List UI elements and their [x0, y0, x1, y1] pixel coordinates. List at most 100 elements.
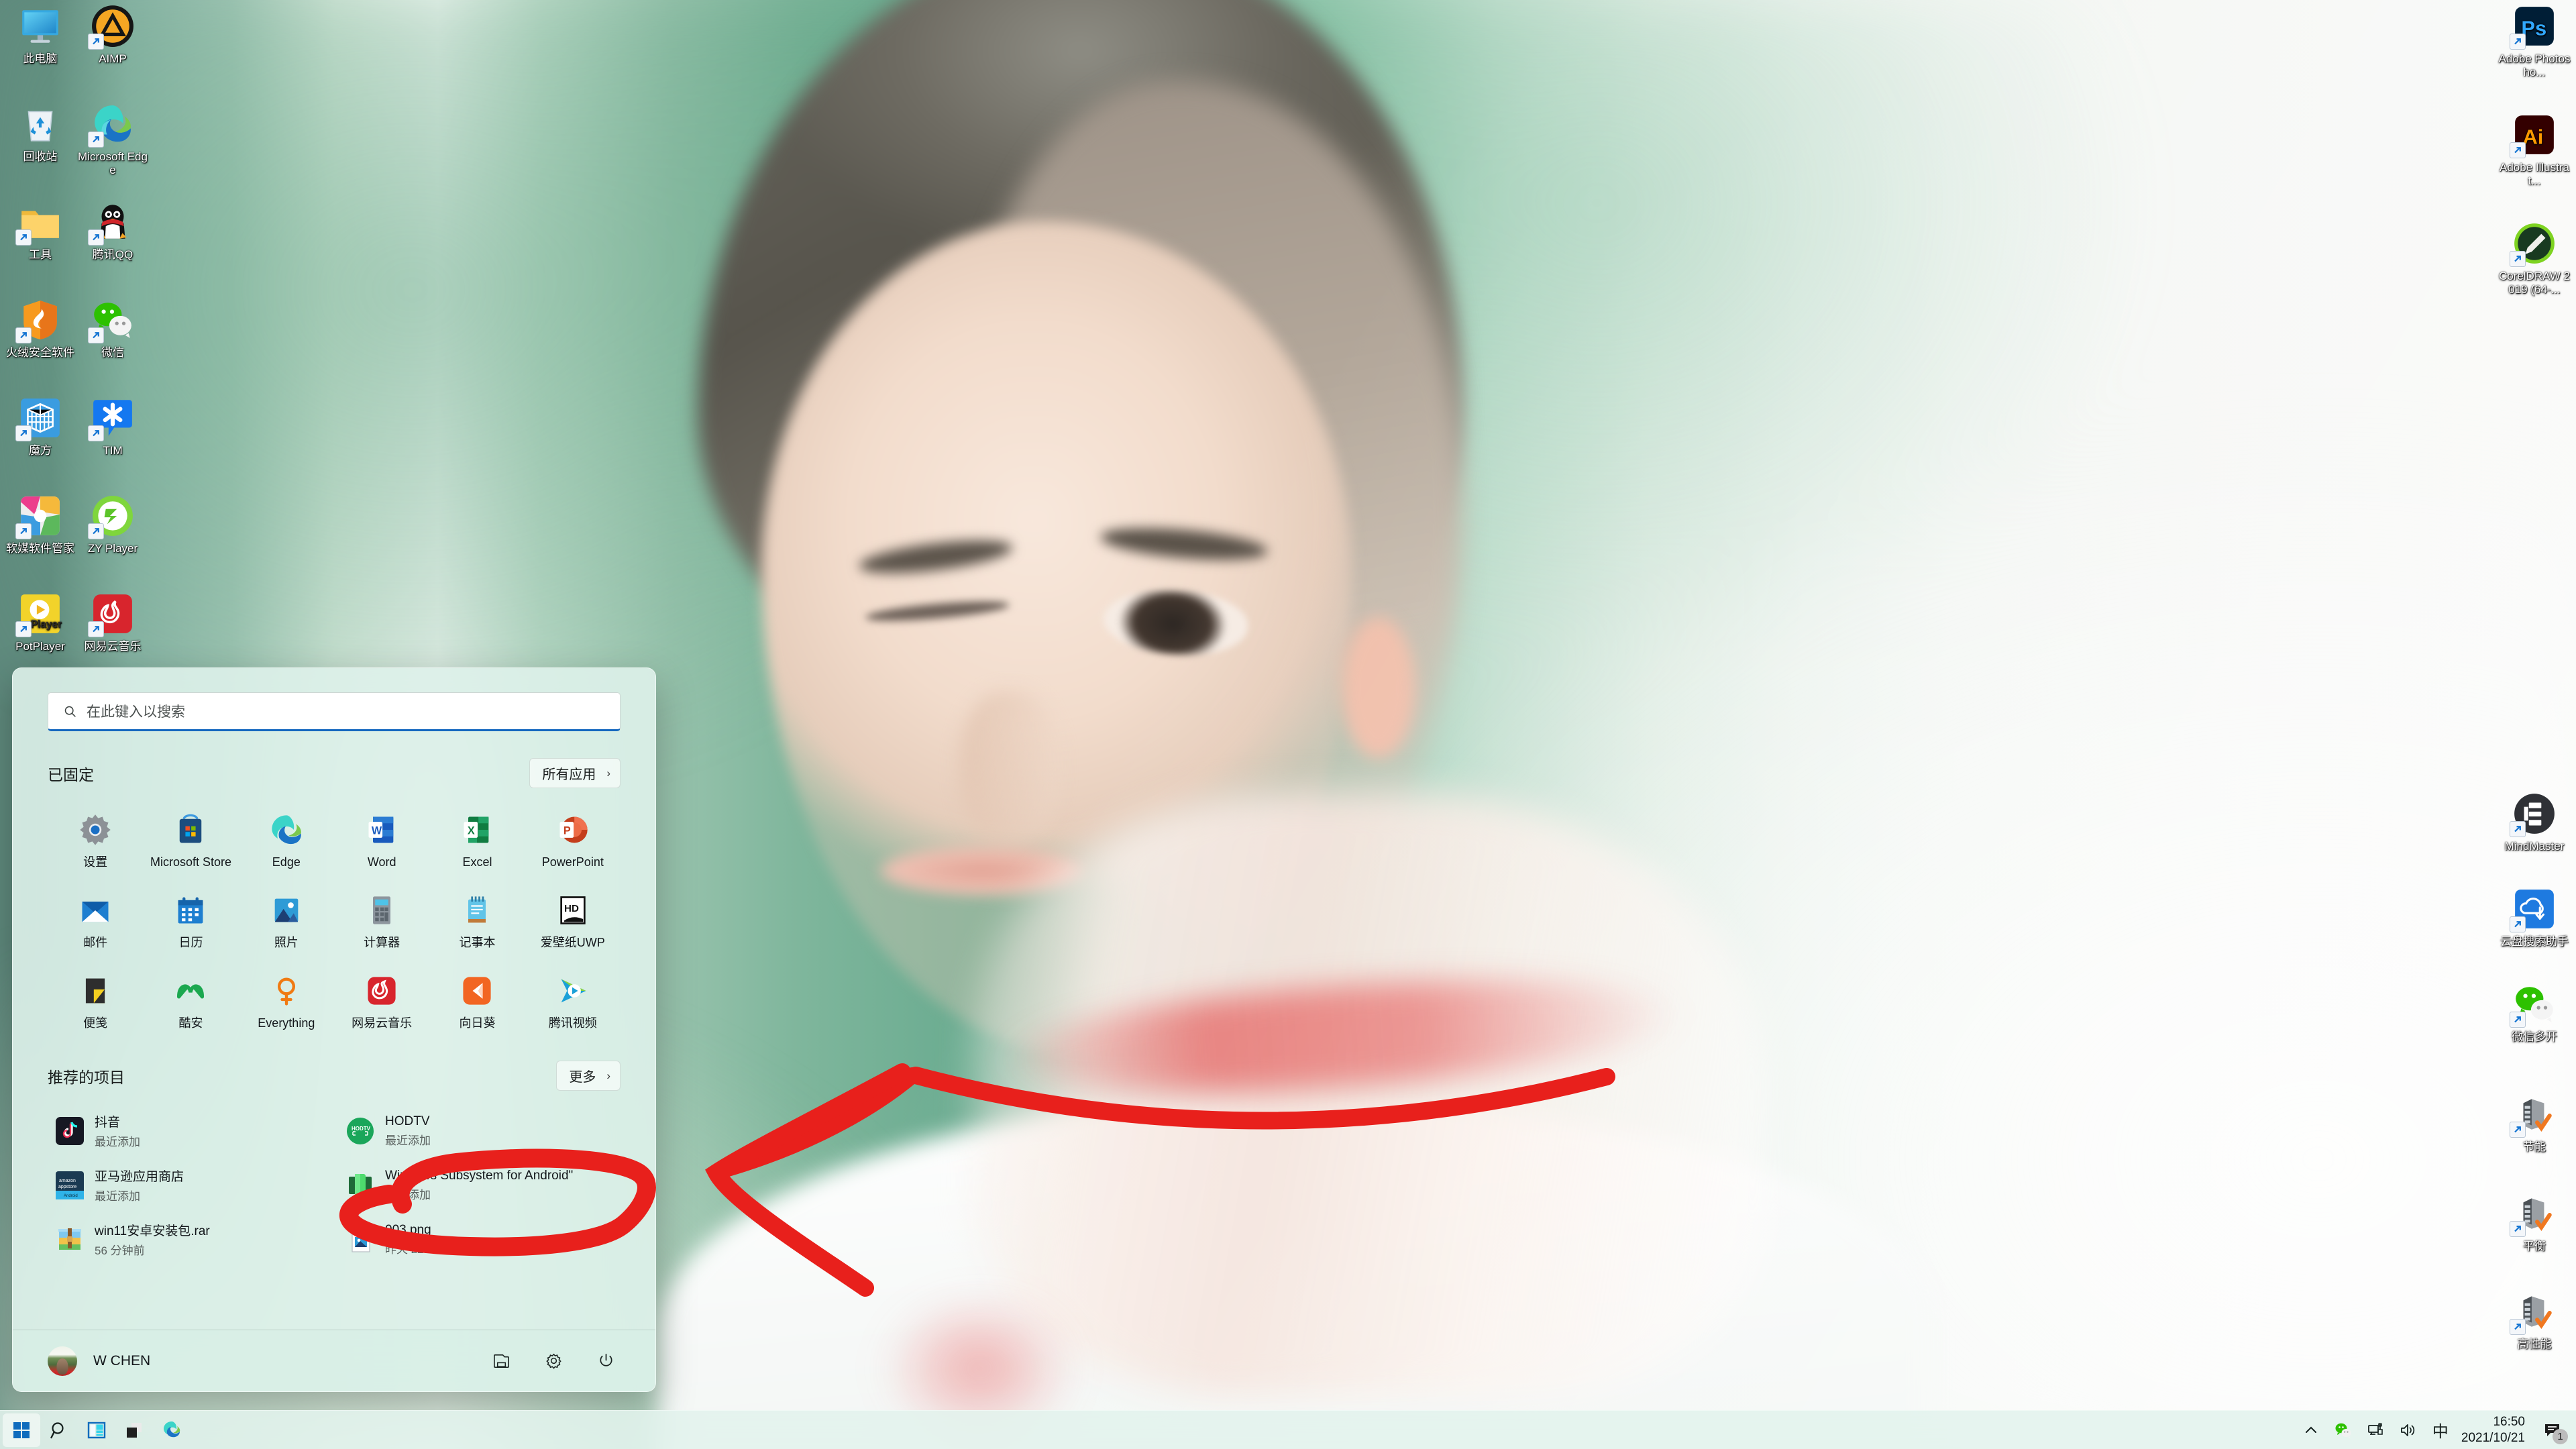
- shortcut-arrow-icon: [88, 425, 104, 441]
- list-item-title: 抖音: [95, 1116, 121, 1130]
- clock[interactable]: 16:50 2021/10/21: [2457, 1414, 2534, 1446]
- list-item-subtitle: 最近添加: [385, 1134, 431, 1147]
- pinned-app-aibizhi[interactable]: HD 爱壁纸UWP: [525, 886, 621, 955]
- pinned-app-excel[interactable]: X Excel: [429, 806, 525, 874]
- all-apps-label: 所有应用: [542, 767, 596, 782]
- svg-text:HD: HD: [564, 903, 579, 914]
- desktop-icon-ruanmei[interactable]: 软媒软件管家: [3, 494, 78, 555]
- pinned-app-notepad[interactable]: 记事本: [429, 886, 525, 955]
- windows-start-icon: [13, 1421, 30, 1438]
- pinned-app-mail[interactable]: 邮件: [48, 886, 143, 955]
- pinned-app-powerpoint[interactable]: P PowerPoint: [525, 806, 621, 874]
- pinned-app-netease-music[interactable]: 网易云音乐: [334, 967, 429, 1035]
- power-button[interactable]: [591, 1346, 621, 1376]
- list-item-title: 003.png: [385, 1222, 431, 1237]
- desktop-icon-illustrator[interactable]: Ai Adobe Illustrat...: [2497, 113, 2572, 188]
- desktop-icon-wechat[interactable]: 微信: [75, 298, 150, 360]
- search-input[interactable]: 在此键入以搜索: [48, 692, 621, 731]
- desktop-icon-zy-player[interactable]: ZY Player: [75, 494, 150, 555]
- search-placeholder: 在此键入以搜索: [87, 704, 185, 720]
- tray-volume[interactable]: [2392, 1413, 2424, 1448]
- shortcut-arrow-icon: [15, 327, 32, 343]
- shortcut-arrow-icon: [15, 229, 32, 246]
- edge-icon: [269, 812, 304, 847]
- desktop-icon-mindmaster[interactable]: MindMaster: [2497, 792, 2572, 853]
- start-menu[interactable]: 在此键入以搜索 已固定 所有应用 › 设置 Microsoft Store Ed…: [12, 667, 656, 1392]
- word-icon: W: [364, 812, 399, 847]
- file-explorer-icon: [493, 1354, 509, 1368]
- desktop-icon-this-pc[interactable]: 此电脑: [3, 4, 78, 66]
- desktop-icon-potplayer[interactable]: Player PotPlayer: [3, 592, 78, 653]
- taskbar[interactable]: 中 16:50 2021/10/21 1: [0, 1410, 2576, 1449]
- powerpoint-icon: P: [555, 812, 590, 847]
- more-label: 更多: [569, 1070, 596, 1085]
- list-item[interactable]: Windows Subsystem for Android" 最近添加: [338, 1160, 621, 1210]
- pinned-app-tencent-video[interactable]: 腾讯视频: [525, 967, 621, 1035]
- pinned-app-word[interactable]: W Word: [334, 806, 429, 874]
- list-item[interactable]: amazon appstore Android 亚马逊应用商店 最近添加: [48, 1160, 330, 1210]
- recycle-bin-icon: [18, 102, 62, 146]
- pinned-app-sticky-notes[interactable]: 便笺: [48, 967, 143, 1035]
- desktop-icon-coreldraw[interactable]: CorelDRAW 2019 (64-...: [2497, 221, 2572, 297]
- desktop-icon-huorong[interactable]: 火绒安全软件: [3, 298, 78, 360]
- desktop-icon-edge[interactable]: Microsoft Edge: [75, 102, 150, 177]
- potplayer-icon: Player: [15, 592, 62, 637]
- list-item-subtitle: 最近添加: [95, 1190, 140, 1203]
- desktop-icon-photoshop[interactable]: Ps Adobe Photosho...: [2497, 4, 2572, 79]
- desktop-icon-aimp[interactable]: AIMP: [75, 4, 150, 66]
- desktop-icon-power-saver[interactable]: 节能: [2497, 1092, 2572, 1154]
- desktop-icon-wechat-multi[interactable]: 微信多开: [2497, 982, 2572, 1044]
- list-item-subtitle: 昨天 22:17: [385, 1242, 440, 1256]
- desktop-icon-high-performance[interactable]: 高性能: [2497, 1289, 2572, 1351]
- desktop-icon-cloud-search[interactable]: 云盘搜索助手: [2497, 887, 2572, 949]
- documents-button[interactable]: [486, 1346, 516, 1376]
- shortcut-arrow-icon: [2510, 1319, 2526, 1335]
- shortcut-arrow-icon: [15, 621, 32, 637]
- list-item-subtitle: 最近添加: [385, 1188, 431, 1201]
- taskbar-edge-button[interactable]: [153, 1413, 191, 1447]
- list-item[interactable]: HODTV HODTV 最近添加: [338, 1106, 621, 1156]
- pinned-app-sunlogin[interactable]: 向日葵: [429, 967, 525, 1035]
- shortcut-arrow-icon: [88, 523, 104, 539]
- desktop-icon-tencent-qq[interactable]: 腾讯QQ: [75, 200, 150, 262]
- desktop-icon-mofang[interactable]: 魔方: [3, 396, 78, 458]
- desktop-icon-label: 网易云音乐: [84, 640, 142, 653]
- tray-overflow-button[interactable]: [2295, 1413, 2327, 1448]
- user-name[interactable]: W CHEN: [93, 1353, 150, 1369]
- pinned-app-calendar[interactable]: 日历: [143, 886, 238, 955]
- pinned-app-settings[interactable]: 设置: [48, 806, 143, 874]
- pinned-app-calculator[interactable]: 计算器: [334, 886, 429, 955]
- pinned-app-everything[interactable]: Everything: [239, 967, 334, 1035]
- avatar[interactable]: [48, 1346, 77, 1376]
- desktop-icon-tools-folder[interactable]: 工具: [3, 200, 78, 262]
- more-button[interactable]: 更多 ›: [556, 1061, 621, 1091]
- settings-button[interactable]: [539, 1346, 568, 1376]
- desktop-icon-tim[interactable]: TIM: [75, 396, 150, 458]
- taskbar-search-button[interactable]: [40, 1413, 78, 1447]
- all-apps-button[interactable]: 所有应用 ›: [529, 758, 621, 788]
- desktop-icon-recycle-bin[interactable]: 回收站: [3, 102, 78, 164]
- hodtv-icon: HODTV: [346, 1117, 374, 1145]
- start-button[interactable]: [3, 1413, 40, 1447]
- list-item[interactable]: 003.png 昨天 22:17: [338, 1214, 621, 1265]
- chevron-right-icon: ›: [606, 1069, 610, 1082]
- tray-network[interactable]: [2359, 1413, 2392, 1448]
- desktop-icon-balanced[interactable]: 平衡: [2497, 1191, 2572, 1253]
- pinned-app-coolapk[interactable]: 酷安: [143, 967, 238, 1035]
- photos-icon: [269, 893, 304, 928]
- aibizhi-uwp-icon: HD: [555, 893, 590, 928]
- notification-center-button[interactable]: 1: [2534, 1413, 2571, 1448]
- list-item[interactable]: win11安卓安装包.rar 56 分钟前: [48, 1214, 330, 1265]
- tray-wechat[interactable]: [2327, 1413, 2359, 1448]
- task-view-button[interactable]: [78, 1413, 115, 1447]
- shortcut-arrow-icon: [2510, 821, 2526, 837]
- list-item[interactable]: 抖音 最近添加: [48, 1106, 330, 1156]
- svg-text:P: P: [564, 825, 571, 837]
- tray-ime-indicator[interactable]: 中: [2424, 1418, 2457, 1442]
- pinned-app-microsoft-store[interactable]: Microsoft Store: [143, 806, 238, 874]
- widgets-button[interactable]: [115, 1413, 153, 1447]
- pinned-app-photos[interactable]: 照片: [239, 886, 334, 955]
- search-icon: [50, 1421, 64, 1438]
- pinned-app-edge[interactable]: Edge: [239, 806, 334, 874]
- desktop-icon-netease-music[interactable]: 网易云音乐: [75, 592, 150, 653]
